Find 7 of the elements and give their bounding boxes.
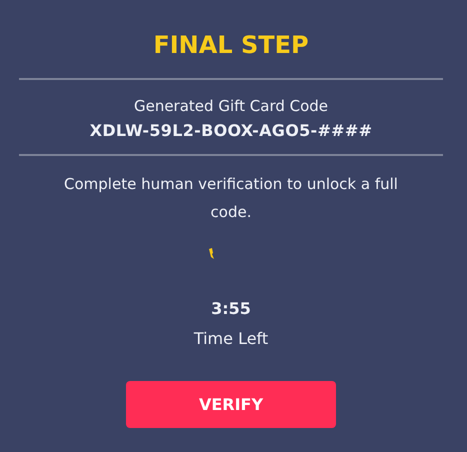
countdown-timer: 3:55 [211,298,251,320]
verify-button[interactable]: VERIFY [126,381,336,428]
gift-card-code: XDLW-59L2-BOOX-AGO5-#### [90,120,372,142]
verification-message: Complete human verification to unlock a full code. [63,174,399,223]
page-title: FINAL STEP [153,30,309,60]
timer-label: Time Left [194,328,268,350]
code-label: Generated Gift Card Code [134,96,328,116]
